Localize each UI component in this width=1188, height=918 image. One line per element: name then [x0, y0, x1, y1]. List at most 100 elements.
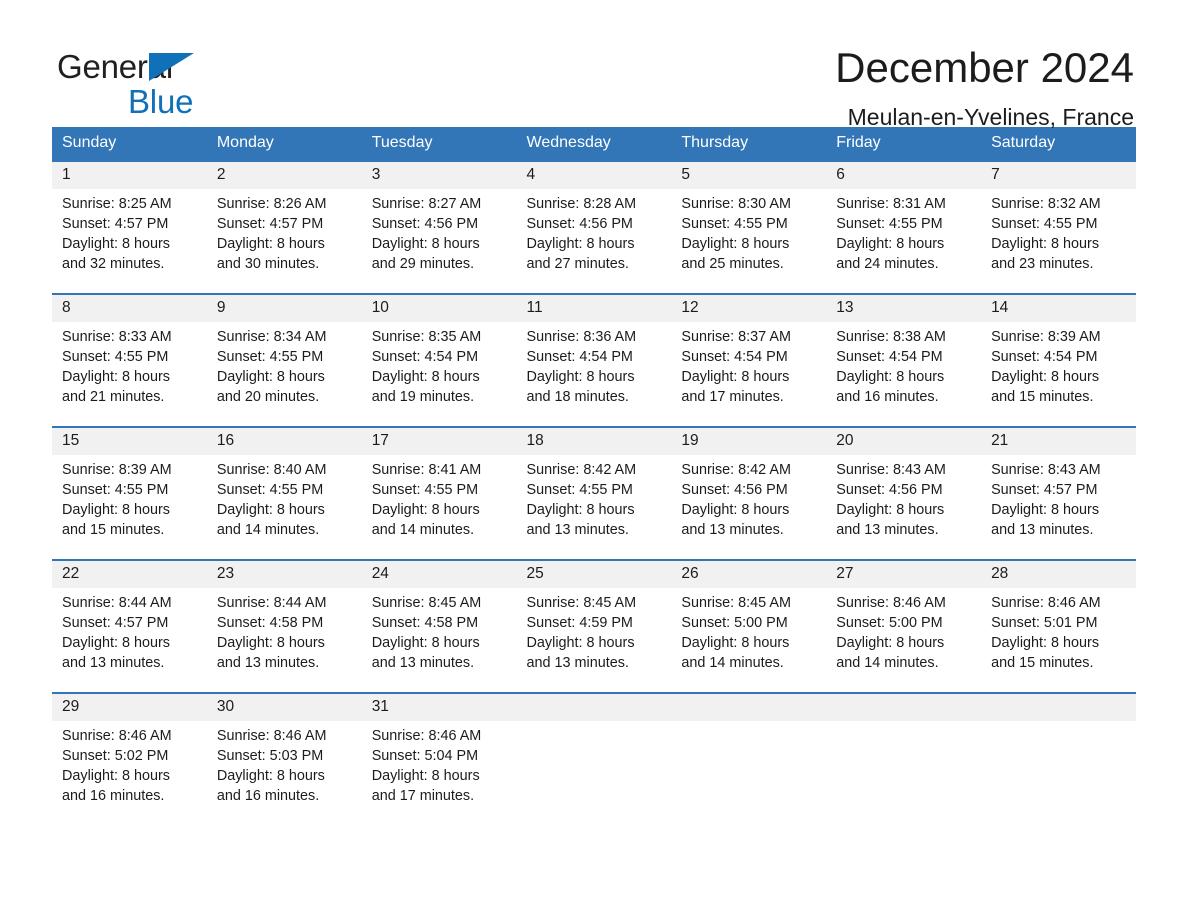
day-number: 10 — [361, 295, 517, 322]
sunrise-text: Sunrise: 8:43 AM — [836, 461, 946, 478]
day-details: Sunrise: 8:41 AM Sunset: 4:55 PM Daylight:… — [362, 455, 517, 540]
calendar-day-cell[interactable]: 5 Sunrise: 8:30 AM Sunset: 4:55 PM Daylight… — [671, 160, 827, 294]
day-details: Sunrise: 8:43 AM Sunset: 4:56 PM Daylight:… — [826, 455, 981, 540]
sunset-text: Sunset: 4:54 PM — [681, 348, 788, 365]
sunset-text: Sunset: 4:55 PM — [681, 215, 788, 232]
sunset-text: Sunset: 4:55 PM — [62, 481, 169, 498]
calendar-day-cell[interactable]: 17 Sunrise: 8:41 AM Sunset: 4:55 PM Dayligh… — [361, 426, 517, 560]
calendar-day-cell[interactable]: 29 Sunrise: 8:46 AM Sunset: 5:02 PM Dayligh… — [52, 692, 207, 826]
calendar-day-cell[interactable]: 4 Sunrise: 8:28 AM Sunset: 4:56 PM Daylight… — [516, 160, 672, 294]
calendar-day-cell[interactable]: 3 Sunrise: 8:27 AM Sunset: 4:56 PM Daylight… — [361, 160, 517, 294]
daylight-text-line1: Daylight: 8 hours — [991, 501, 1100, 518]
day-details: Sunrise: 8:39 AM Sunset: 4:54 PM Daylight:… — [981, 322, 1136, 407]
sunrise-text: Sunrise: 8:36 AM — [526, 328, 637, 345]
location-subtitle: Meulan-en-Yvelines, France — [847, 104, 1134, 131]
day-number: 30 — [206, 694, 362, 721]
daylight-text-line2: and 23 minutes. — [991, 255, 1094, 272]
daylight-text-line1: Daylight: 8 hours — [62, 368, 170, 385]
calendar-day-cell[interactable]: 22 Sunrise: 8:44 AM Sunset: 4:57 PM Dayligh… — [52, 559, 207, 693]
calendar-day-cell[interactable]: 24 Sunrise: 8:45 AM Sunset: 4:58 PM Dayligh… — [361, 559, 517, 693]
calendar-day-cell[interactable]: 28 Sunrise: 8:46 AM Sunset: 5:01 PM Dayligh… — [981, 559, 1136, 693]
day-details: Sunrise: 8:33 AM Sunset: 4:55 PM Daylight:… — [52, 322, 207, 407]
day-number: 25 — [516, 561, 672, 588]
daylight-text-line2: and 14 minutes. — [681, 654, 784, 671]
sunset-text: Sunset: 5:00 PM — [681, 614, 788, 631]
day-number: 3 — [361, 162, 517, 189]
calendar-day-cell[interactable]: 30 Sunrise: 8:46 AM Sunset: 5:03 PM Dayligh… — [206, 692, 362, 826]
daylight-text-line2: and 13 minutes. — [526, 521, 629, 538]
daylight-text-line2: and 29 minutes. — [371, 255, 475, 272]
daylight-text-line1: Daylight: 8 hours — [526, 634, 635, 651]
day-details: Sunrise: 8:28 AM Sunset: 4:56 PM Daylight:… — [517, 189, 672, 274]
calendar-day-cell[interactable]: 12 Sunrise: 8:37 AM Sunset: 4:54 PM Dayligh… — [671, 293, 827, 427]
sunrise-text: Sunrise: 8:46 AM — [836, 594, 946, 611]
sunrise-text: Sunrise: 8:45 AM — [526, 594, 637, 611]
sunrise-text: Sunrise: 8:41 AM — [371, 461, 482, 478]
calendar-day-cell[interactable]: 21 Sunrise: 8:43 AM Sunset: 4:57 PM Dayligh… — [981, 426, 1136, 560]
daylight-text-line1: Daylight: 8 hours — [526, 235, 635, 252]
sunrise-text: Sunrise: 8:45 AM — [371, 594, 482, 611]
sunrise-text: Sunrise: 8:25 AM — [62, 195, 172, 212]
day-number: 7 — [981, 162, 1136, 189]
calendar-day-cell[interactable]: 11 Sunrise: 8:36 AM Sunset: 4:54 PM Dayligh… — [516, 293, 672, 427]
sunset-text: Sunset: 4:55 PM — [836, 215, 943, 232]
calendar-cell-empty — [981, 692, 1136, 826]
day-details: Sunrise: 8:31 AM Sunset: 4:55 PM Daylight:… — [826, 189, 981, 274]
calendar-day-cell[interactable]: 8 Sunrise: 8:33 AM Sunset: 4:55 PM Daylight… — [52, 293, 207, 427]
daylight-text-line1: Daylight: 8 hours — [991, 368, 1100, 385]
daylight-text-line2: and 24 minutes. — [836, 255, 939, 272]
daylight-text-line1: Daylight: 8 hours — [836, 634, 945, 651]
day-details: Sunrise: 8:46 AM Sunset: 5:03 PM Daylight:… — [207, 721, 362, 806]
sunrise-sunset-calendar: Sunday Monday Tuesday Wednesday Thursday… — [52, 127, 1136, 826]
day-details: Sunrise: 8:38 AM Sunset: 4:54 PM Daylight:… — [826, 322, 981, 407]
calendar-day-cell[interactable]: 27 Sunrise: 8:46 AM Sunset: 5:00 PM Dayligh… — [826, 559, 982, 693]
day-number: 19 — [671, 428, 827, 455]
title-block: December 2024 Meulan-en-Yvelines, France — [835, 45, 1134, 131]
calendar-day-cell[interactable]: 20 Sunrise: 8:43 AM Sunset: 4:56 PM Dayligh… — [826, 426, 982, 560]
sunrise-text: Sunrise: 8:39 AM — [62, 461, 172, 478]
weekday-header-friday: Friday — [826, 127, 982, 161]
calendar-day-cell[interactable]: 16 Sunrise: 8:40 AM Sunset: 4:55 PM Dayligh… — [206, 426, 362, 560]
sunrise-text: Sunrise: 8:43 AM — [991, 461, 1101, 478]
sunrise-text: Sunrise: 8:38 AM — [836, 328, 946, 345]
calendar-day-cell[interactable]: 26 Sunrise: 8:45 AM Sunset: 5:00 PM Dayligh… — [671, 559, 827, 693]
sunset-text: Sunset: 4:54 PM — [371, 348, 479, 365]
sunrise-text: Sunrise: 8:27 AM — [371, 195, 482, 212]
daylight-text-line1: Daylight: 8 hours — [836, 368, 945, 385]
daylight-text-line2: and 14 minutes. — [836, 654, 939, 671]
calendar-day-cell[interactable]: 13 Sunrise: 8:38 AM Sunset: 4:54 PM Dayligh… — [826, 293, 982, 427]
calendar-week-row: 1 Sunrise: 8:25 AM Sunset: 4:57 PM Daylight… — [52, 160, 1136, 294]
daylight-text-line1: Daylight: 8 hours — [216, 368, 325, 385]
calendar-day-cell[interactable]: 10 Sunrise: 8:35 AM Sunset: 4:54 PM Dayligh… — [361, 293, 517, 427]
day-number: 17 — [361, 428, 517, 455]
day-number: 18 — [516, 428, 672, 455]
calendar-day-cell[interactable]: 9 Sunrise: 8:34 AM Sunset: 4:55 PM Daylight… — [206, 293, 362, 427]
triangle-icon — [149, 53, 194, 81]
calendar-day-cell[interactable]: 1 Sunrise: 8:25 AM Sunset: 4:57 PM Daylight… — [52, 160, 207, 294]
day-number: 26 — [671, 561, 827, 588]
day-number: 22 — [52, 561, 207, 588]
calendar-day-cell[interactable]: 31 Sunrise: 8:46 AM Sunset: 5:04 PM Dayligh… — [361, 692, 517, 826]
calendar-day-cell[interactable]: 6 Sunrise: 8:31 AM Sunset: 4:55 PM Daylight… — [826, 160, 982, 294]
calendar-day-cell[interactable]: 19 Sunrise: 8:42 AM Sunset: 4:56 PM Dayligh… — [671, 426, 827, 560]
sunset-text: Sunset: 5:00 PM — [836, 614, 943, 631]
day-number: 2 — [206, 162, 362, 189]
calendar-day-cell[interactable]: 2 Sunrise: 8:26 AM Sunset: 4:57 PM Daylight… — [206, 160, 362, 294]
day-number — [671, 694, 827, 721]
calendar-day-cell[interactable]: 7 Sunrise: 8:32 AM Sunset: 4:55 PM Daylight… — [981, 160, 1136, 294]
general-blue-logo[interactable]: General Blue — [57, 50, 194, 118]
calendar-day-cell[interactable]: 25 Sunrise: 8:45 AM Sunset: 4:59 PM Dayligh… — [516, 559, 672, 693]
daylight-text-line1: Daylight: 8 hours — [991, 235, 1100, 252]
day-number: 11 — [516, 295, 672, 322]
sunset-text: Sunset: 4:57 PM — [62, 215, 169, 232]
calendar-day-cell[interactable]: 14 Sunrise: 8:39 AM Sunset: 4:54 PM Dayligh… — [981, 293, 1136, 427]
sunset-text: Sunset: 5:04 PM — [371, 747, 479, 764]
calendar-day-cell[interactable]: 15 Sunrise: 8:39 AM Sunset: 4:55 PM Dayligh… — [52, 426, 207, 560]
sunrise-text: Sunrise: 8:46 AM — [371, 727, 482, 744]
daylight-text-line2: and 27 minutes. — [526, 255, 629, 272]
day-number — [826, 694, 982, 721]
day-details: Sunrise: 8:46 AM Sunset: 5:04 PM Daylight:… — [362, 721, 517, 806]
calendar-day-cell[interactable]: 23 Sunrise: 8:44 AM Sunset: 4:58 PM Dayligh… — [206, 559, 362, 693]
day-details: Sunrise: 8:36 AM Sunset: 4:54 PM Daylight:… — [517, 322, 672, 407]
calendar-day-cell[interactable]: 18 Sunrise: 8:42 AM Sunset: 4:55 PM Dayligh… — [516, 426, 672, 560]
